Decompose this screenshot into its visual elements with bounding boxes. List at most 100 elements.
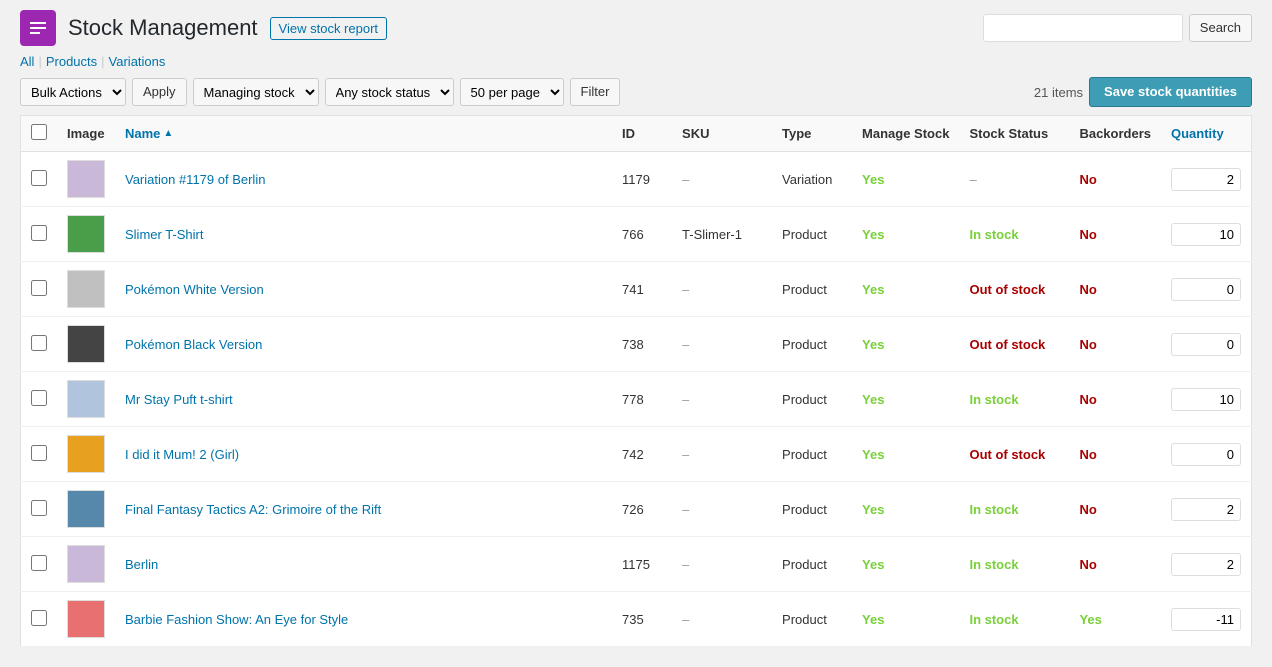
- view-stock-report-link[interactable]: View stock report: [270, 17, 387, 40]
- row-checkbox[interactable]: [31, 500, 47, 516]
- row-sku-cell: T-Slimer-1: [672, 207, 772, 262]
- product-name-link[interactable]: Pokémon Black Version: [125, 337, 262, 352]
- product-thumbnail: [67, 435, 105, 473]
- search-button[interactable]: Search: [1189, 14, 1252, 42]
- row-manage-stock-cell: Yes: [852, 427, 959, 482]
- row-name-cell: Final Fantasy Tactics A2: Grimoire of th…: [115, 482, 612, 537]
- col-header-type: Type: [772, 116, 852, 152]
- product-name-link[interactable]: Pokémon White Version: [125, 282, 264, 297]
- sort-arrow-icon: ▲: [163, 128, 173, 139]
- col-header-backorders: Backorders: [1069, 116, 1161, 152]
- row-type-cell: Product: [772, 262, 852, 317]
- row-backorders-cell: No: [1069, 262, 1161, 317]
- row-name-cell: Pokémon Black Version: [115, 317, 612, 372]
- row-checkbox[interactable]: [31, 225, 47, 241]
- quantity-input[interactable]: [1171, 608, 1241, 631]
- row-checkbox[interactable]: [31, 445, 47, 461]
- row-checkbox-cell: [21, 592, 58, 647]
- quantity-input[interactable]: [1171, 223, 1241, 246]
- subnav-all[interactable]: All: [20, 54, 34, 69]
- product-name-link[interactable]: I did it Mum! 2 (Girl): [125, 447, 239, 462]
- product-thumbnail: [67, 215, 105, 253]
- stock-status-select[interactable]: Any stock status: [325, 78, 454, 106]
- row-manage-stock-cell: Yes: [852, 482, 959, 537]
- row-id-cell: 726: [612, 482, 672, 537]
- row-type-cell: Product: [772, 482, 852, 537]
- row-checkbox[interactable]: [31, 610, 47, 626]
- row-quantity-cell: [1161, 317, 1252, 372]
- filter-button[interactable]: Filter: [570, 78, 621, 106]
- managing-stock-select[interactable]: Managing stock: [193, 78, 319, 106]
- select-all-checkbox[interactable]: [31, 124, 47, 140]
- product-thumbnail: [67, 600, 105, 638]
- subnav-products[interactable]: Products: [46, 54, 97, 69]
- row-checkbox[interactable]: [31, 335, 47, 351]
- row-checkbox[interactable]: [31, 555, 47, 571]
- product-name-link[interactable]: Variation #1179 of Berlin: [125, 172, 265, 187]
- row-stock-status-cell: Out of stock: [959, 427, 1069, 482]
- row-manage-stock-cell: Yes: [852, 262, 959, 317]
- row-image-cell: [57, 592, 115, 647]
- bulk-actions-select[interactable]: Bulk Actions: [20, 78, 126, 106]
- row-type-cell: Product: [772, 537, 852, 592]
- row-checkbox-cell: [21, 152, 58, 207]
- row-checkbox-cell: [21, 372, 58, 427]
- product-name-link[interactable]: Barbie Fashion Show: An Eye for Style: [125, 612, 348, 627]
- row-manage-stock-cell: Yes: [852, 537, 959, 592]
- table-row: Slimer T-Shirt 766 T-Slimer-1 Product Ye…: [21, 207, 1252, 262]
- row-stock-status-cell: –: [959, 152, 1069, 207]
- apply-button[interactable]: Apply: [132, 78, 187, 106]
- row-stock-status-cell: Out of stock: [959, 262, 1069, 317]
- row-manage-stock-cell: Yes: [852, 152, 959, 207]
- row-checkbox-cell: [21, 262, 58, 317]
- quantity-input[interactable]: [1171, 388, 1241, 411]
- row-quantity-cell: [1161, 262, 1252, 317]
- sort-name-link[interactable]: Name ▲: [125, 126, 602, 141]
- product-name-link[interactable]: Berlin: [125, 557, 158, 572]
- quantity-input[interactable]: [1171, 333, 1241, 356]
- row-id-cell: 741: [612, 262, 672, 317]
- search-input[interactable]: [983, 14, 1183, 42]
- quantity-input[interactable]: [1171, 278, 1241, 301]
- row-type-cell: Product: [772, 592, 852, 647]
- row-sku-cell: –: [672, 152, 772, 207]
- row-checkbox-cell: [21, 482, 58, 537]
- row-manage-stock-cell: Yes: [852, 317, 959, 372]
- row-image-cell: [57, 482, 115, 537]
- per-page-select[interactable]: 50 per page: [460, 78, 564, 106]
- table-row: Pokémon Black Version 738 – Product Yes …: [21, 317, 1252, 372]
- row-sku-cell: –: [672, 262, 772, 317]
- row-quantity-cell: [1161, 482, 1252, 537]
- row-checkbox[interactable]: [31, 280, 47, 296]
- quantity-input[interactable]: [1171, 498, 1241, 521]
- row-name-cell: Barbie Fashion Show: An Eye for Style: [115, 592, 612, 647]
- product-name-link[interactable]: Final Fantasy Tactics A2: Grimoire of th…: [125, 502, 381, 517]
- row-quantity-cell: [1161, 537, 1252, 592]
- product-name-link[interactable]: Slimer T-Shirt: [125, 227, 204, 242]
- row-checkbox[interactable]: [31, 170, 47, 186]
- quantity-input[interactable]: [1171, 168, 1241, 191]
- row-stock-status-cell: In stock: [959, 207, 1069, 262]
- quantity-input[interactable]: [1171, 443, 1241, 466]
- row-sku-cell: –: [672, 537, 772, 592]
- quantity-input[interactable]: [1171, 553, 1241, 576]
- row-backorders-cell: No: [1069, 317, 1161, 372]
- row-image-cell: [57, 207, 115, 262]
- save-stock-button[interactable]: Save stock quantities: [1089, 77, 1252, 107]
- sort-qty-link[interactable]: Quantity: [1171, 126, 1241, 141]
- row-quantity-cell: [1161, 427, 1252, 482]
- col-header-quantity: Quantity: [1161, 116, 1252, 152]
- subnav: All | Products | Variations: [20, 54, 1252, 69]
- page-title: Stock Management: [68, 15, 258, 41]
- subnav-variations[interactable]: Variations: [109, 54, 166, 69]
- row-id-cell: 1175: [612, 537, 672, 592]
- row-checkbox[interactable]: [31, 390, 47, 406]
- row-name-cell: Mr Stay Puft t-shirt: [115, 372, 612, 427]
- row-image-cell: [57, 152, 115, 207]
- row-backorders-cell: No: [1069, 372, 1161, 427]
- product-thumbnail: [67, 490, 105, 528]
- table-row: Barbie Fashion Show: An Eye for Style 73…: [21, 592, 1252, 647]
- row-manage-stock-cell: Yes: [852, 592, 959, 647]
- product-name-link[interactable]: Mr Stay Puft t-shirt: [125, 392, 233, 407]
- product-thumbnail: [67, 160, 105, 198]
